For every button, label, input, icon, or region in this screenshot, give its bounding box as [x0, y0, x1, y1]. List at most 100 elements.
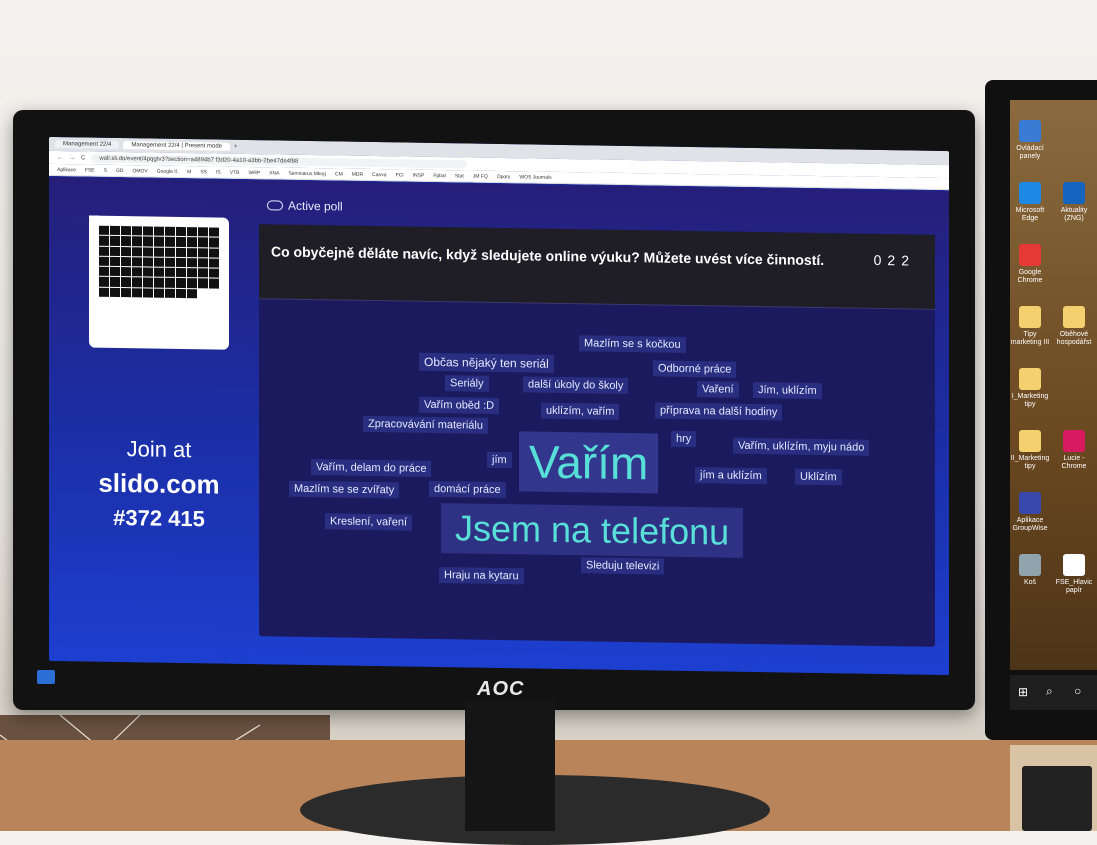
- word-cloud-item: hry: [671, 430, 697, 448]
- qr-module: [154, 267, 164, 278]
- qr-module: [132, 246, 142, 257]
- desktop-icon-label: Microsoft Edge: [1015, 207, 1045, 222]
- task-view-icon[interactable]: ○: [1074, 684, 1081, 698]
- qr-module: [209, 258, 219, 268]
- bookmark[interactable]: IS: [216, 169, 221, 175]
- qr-module: [176, 247, 186, 257]
- join-info: Join at slido.com #372 415: [69, 435, 249, 533]
- word-cloud-item: Vařím, delam do práce: [311, 459, 432, 477]
- desktop-icon-image: [1063, 554, 1085, 576]
- word-cloud-item: Vaření: [697, 381, 739, 398]
- browser-tab[interactable]: Management 22/4: [55, 140, 120, 150]
- monitor-brand-logo: AOC: [477, 678, 525, 700]
- desktop-icon[interactable]: Microsoft Edge: [1010, 182, 1050, 223]
- qr-module: [198, 247, 208, 258]
- desktop-icon[interactable]: Ovládací panely: [1010, 120, 1050, 161]
- desktop-icon-image: [1019, 244, 1041, 266]
- bookmark[interactable]: Fpbal: [433, 172, 446, 178]
- qr-module: [99, 266, 109, 277]
- bookmark[interactable]: Canva: [372, 172, 386, 178]
- desktop-icon-image: [1019, 554, 1041, 576]
- browser-tab-active[interactable]: Management 22/4 | Present mode: [123, 141, 230, 151]
- bookmark[interactable]: M: [187, 169, 191, 175]
- desktop-icon[interactable]: Oběhové hospodářst: [1054, 306, 1094, 347]
- bookmark[interactable]: CM: [335, 171, 343, 177]
- bookmark[interactable]: WRP: [248, 170, 260, 176]
- forward-icon[interactable]: →: [69, 155, 75, 161]
- qr-module: [187, 278, 197, 288]
- qr-module: [121, 236, 131, 246]
- desktop-icon-image: [1019, 430, 1041, 452]
- main-monitor: Management 22/4 Management 22/4 | Presen…: [13, 110, 975, 710]
- qr-module: [121, 277, 131, 287]
- qr-module: [187, 268, 197, 278]
- search-icon[interactable]: ⌕: [1046, 684, 1053, 699]
- bookmark[interactable]: MDR: [352, 171, 363, 177]
- desktop-icon[interactable]: Aktuality (ZNG): [1054, 182, 1094, 223]
- desktop-icon-label: II_Marketing tipy: [1010, 455, 1050, 470]
- bookmark[interactable]: JM FQ: [473, 173, 488, 179]
- qr-module: [176, 288, 186, 298]
- word-cloud-item: Kreslení, vaření: [325, 513, 413, 531]
- word-cloud-item: domácí práce: [429, 480, 506, 499]
- qr-module: [121, 287, 131, 298]
- bookmark[interactable]: GD: [116, 167, 124, 173]
- qr-module: [209, 278, 219, 289]
- word-cloud-item: jím a uklízím: [695, 467, 767, 485]
- bookmark[interactable]: INSP: [413, 172, 425, 178]
- desktop-icon-image: [1019, 492, 1041, 514]
- word-cloud-item: Občas nějaký ten seriál: [419, 352, 554, 373]
- qr-module: [121, 256, 131, 267]
- word-cloud-item: Sleduju televizi: [581, 557, 665, 575]
- qr-module: [165, 237, 175, 247]
- desktop-icon[interactable]: Koš: [1010, 554, 1050, 587]
- qr-module: [121, 246, 131, 257]
- qr-module: [99, 287, 109, 297]
- qr-module: [154, 247, 164, 257]
- desktop-icon[interactable]: Tipy marketing III: [1010, 306, 1050, 347]
- reload-icon[interactable]: C: [81, 155, 85, 161]
- bookmark[interactable]: VTB: [230, 169, 240, 175]
- bookmark[interactable]: WOS Journals: [519, 174, 551, 181]
- qr-module: [143, 246, 153, 257]
- second-monitor-desktop: Ovládací panely Microsoft Edge Google Chro…: [1010, 100, 1097, 670]
- bookmark[interactable]: OMOV: [132, 168, 147, 174]
- qr-module: [110, 236, 120, 246]
- join-line: Join at: [126, 436, 192, 463]
- qr-module: [176, 257, 186, 268]
- desktop-icon[interactable]: II_Marketing tipy: [1010, 430, 1050, 471]
- bookmark[interactable]: Opory: [497, 173, 511, 179]
- new-tab-icon[interactable]: +: [234, 144, 238, 150]
- join-site: slido.com: [98, 467, 220, 500]
- word-cloud-second-word: Jsem na telefonu: [441, 503, 744, 558]
- qr-module: [99, 256, 109, 266]
- bookmark[interactable]: Aplikace: [57, 167, 76, 173]
- word-cloud-item: uklízím, vařím: [541, 402, 620, 420]
- desktop-icon-image: [1063, 430, 1085, 452]
- qr-module: [165, 226, 175, 237]
- windows-taskbar: ⊞ ⌕ ○: [1010, 675, 1097, 710]
- active-poll-label: Active poll: [267, 198, 343, 214]
- bookmark[interactable]: FSE: [85, 167, 95, 173]
- qr-module: [165, 288, 175, 298]
- word-cloud-item: další úkoly do školy: [523, 376, 629, 395]
- desktop-icon[interactable]: Aplikace GroupWise: [1010, 492, 1050, 533]
- qr-module: [99, 277, 109, 287]
- word-cloud-item: Mazlím se se zvířaty: [289, 480, 400, 499]
- bookmark[interactable]: Seminarus Mkng: [288, 170, 326, 177]
- bookmark[interactable]: XNA: [269, 170, 279, 176]
- desktop-icon[interactable]: Google Chrome: [1010, 244, 1050, 285]
- bookmark[interactable]: SS: [200, 169, 207, 175]
- windows-start-icon[interactable]: ⊞: [1018, 685, 1028, 699]
- bookmark[interactable]: Google Il.: [157, 168, 178, 174]
- desktop-icon[interactable]: I_Marketing tipy: [1010, 368, 1050, 409]
- desktop-icon[interactable]: Lucie - Chrome: [1054, 430, 1094, 471]
- bookmark[interactable]: S: [104, 167, 107, 173]
- back-icon[interactable]: ←: [57, 155, 63, 161]
- desktop-icon[interactable]: FSE_Hlavic papír: [1054, 554, 1094, 595]
- bookmark[interactable]: Stat: [455, 173, 464, 179]
- qr-module: [165, 267, 175, 278]
- word-cloud-item: Zpracovávání materiálu: [363, 415, 488, 434]
- bookmark[interactable]: FCI: [396, 172, 404, 178]
- qr-module: [165, 257, 175, 267]
